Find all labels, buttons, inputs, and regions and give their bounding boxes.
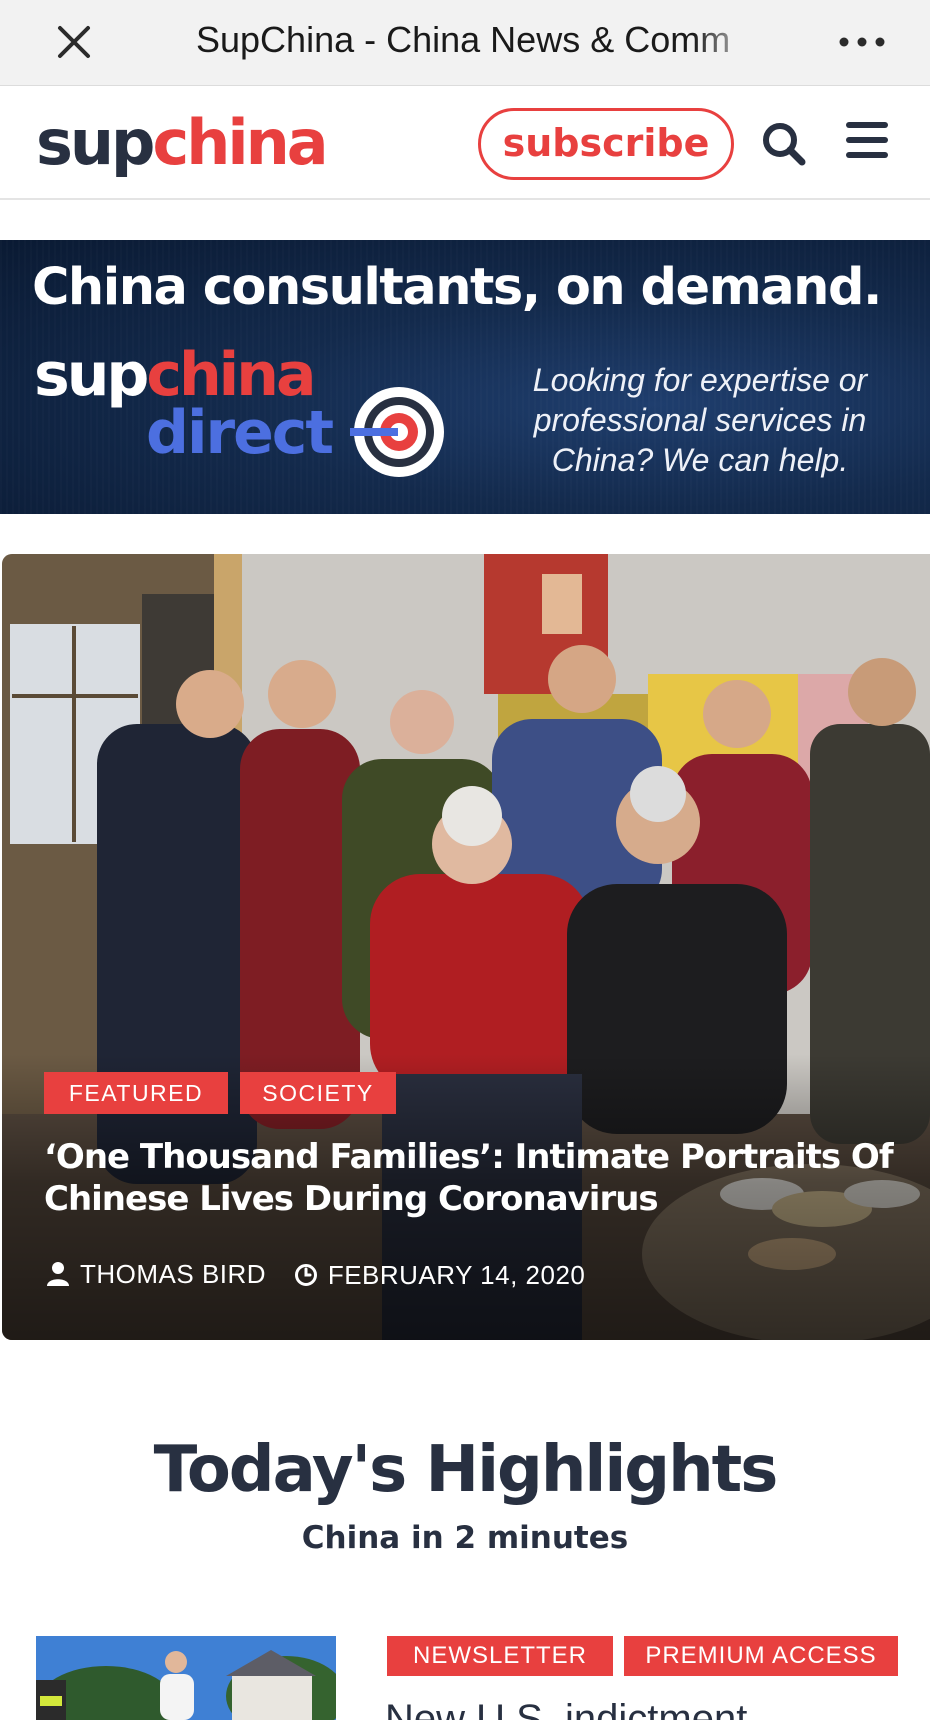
clock-icon <box>294 1264 317 1286</box>
ad-tagline: Looking for expertise or professional se… <box>532 362 868 478</box>
highlights-section: Today's Highlights China in 2 minutes <box>0 1360 930 1610</box>
user-icon <box>47 1262 69 1286</box>
supchina-logo[interactable]: supchina <box>36 106 329 180</box>
date-meta: FEBRUARY 14, 2020 <box>294 1257 586 1293</box>
article-title[interactable]: New U.S. indictment <box>385 1694 747 1720</box>
subscribe-button[interactable]: subscribe <box>478 108 734 180</box>
site-header: supchina subscribe <box>0 86 930 200</box>
society-badge[interactable]: SOCIETY <box>240 1072 396 1114</box>
browser-page-title: SupChina - China News & Comm <box>196 19 731 60</box>
supchina-direct-ad-banner[interactable]: China consultants, on demand. supchina d… <box>0 240 930 514</box>
highlights-title: Today's Highlights <box>153 1433 779 1507</box>
close-icon[interactable] <box>50 18 98 66</box>
ad-headline: China consultants, on demand. <box>32 258 882 317</box>
search-icon[interactable] <box>758 118 810 170</box>
logo-sup-text: sup <box>36 106 155 179</box>
featured-story-title[interactable]: ‘One Thousand Families’: Intimate Portra… <box>44 1136 904 1220</box>
featured-story-card[interactable]: FEATURED SOCIETY ‘One Thousand Families’… <box>2 554 930 1340</box>
premium-access-tag[interactable]: PREMIUM ACCESS <box>624 1636 898 1676</box>
author-name[interactable]: THOMAS BIRD <box>80 1256 266 1292</box>
ad-logo-direct-text: direct <box>146 398 334 468</box>
browser-top-bar: SupChina - China News & Comm <box>0 0 930 86</box>
featured-badge[interactable]: FEATURED <box>44 1072 228 1114</box>
publish-date: FEBRUARY 14, 2020 <box>327 1260 586 1290</box>
ad-logo-sup-text: sup <box>34 340 149 410</box>
newsletter-tag[interactable]: NEWSLETTER <box>387 1636 613 1676</box>
target-icon <box>340 383 448 481</box>
highlights-subtitle: China in 2 minutes <box>301 1520 629 1556</box>
hamburger-menu-icon[interactable] <box>844 118 890 162</box>
article-thumbnail-image[interactable] <box>36 1636 336 1720</box>
more-horizontal-icon[interactable] <box>834 22 890 62</box>
featured-story-meta: THOMAS BIRD FEBRUARY 14, 2020 <box>46 1256 605 1296</box>
author-meta: THOMAS BIRD <box>46 1256 266 1292</box>
logo-china-text: china <box>152 106 328 179</box>
